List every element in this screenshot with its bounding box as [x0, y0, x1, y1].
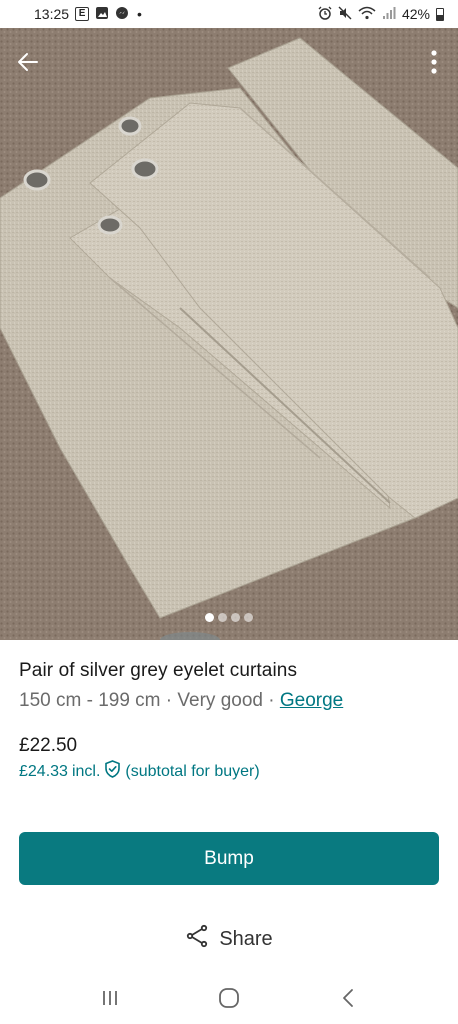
item-brand-link[interactable]: George: [280, 690, 343, 711]
carousel-dot[interactable]: [231, 613, 240, 622]
system-nav-bar: [0, 972, 458, 1024]
back-button[interactable]: [12, 46, 44, 78]
carousel-dot[interactable]: [218, 613, 227, 622]
alarm-icon: [318, 6, 332, 23]
buyer-price-incl: incl.: [71, 762, 101, 780]
bump-button[interactable]: Bump: [19, 832, 439, 885]
meta-separator: ·: [160, 690, 178, 711]
buyer-price: £24.33: [19, 762, 68, 780]
item-meta: 150 cm - 199 cm · Very good · George: [19, 690, 439, 712]
item-title: Pair of silver grey eyelet curtains: [19, 660, 298, 681]
battery-percent: 42%: [401, 6, 430, 22]
item-details: Pair of silver grey eyelet curtains 150 …: [19, 660, 439, 712]
more-vertical-icon: [431, 50, 437, 74]
carousel-dot[interactable]: [244, 613, 253, 622]
home-button[interactable]: [209, 978, 249, 1018]
item-condition: Very good: [177, 690, 263, 711]
mute-icon: [338, 6, 352, 23]
signal-icon: [382, 6, 396, 23]
buyer-price-row[interactable]: £24.33 incl. (subtotal for buyer): [19, 760, 260, 783]
carousel-dot[interactable]: [205, 613, 214, 622]
chevron-left-icon: [343, 989, 354, 1007]
wifi-icon: [358, 6, 376, 23]
messenger-notification-icon: [115, 6, 129, 23]
home-icon: [219, 988, 239, 1008]
meta-separator: ·: [262, 690, 280, 711]
item-price: £22.50: [19, 735, 78, 756]
share-icon: [185, 924, 209, 954]
item-size: 150 cm - 199 cm: [19, 690, 161, 711]
more-options-button[interactable]: [424, 46, 444, 78]
shield-check-icon: [104, 760, 121, 783]
share-button[interactable]: Share: [0, 924, 458, 954]
recent-apps-icon: [102, 991, 117, 1005]
image-notification-icon: [95, 6, 109, 23]
recent-apps-button[interactable]: [90, 978, 130, 1018]
system-back-button[interactable]: [328, 978, 368, 1018]
share-label: Share: [219, 927, 273, 950]
e-notification-icon: E: [75, 7, 90, 21]
carousel-indicator: [0, 613, 458, 622]
battery-icon: [436, 7, 444, 21]
status-bar: 13:25 E • 42%: [0, 0, 458, 28]
arrow-left-icon: [18, 53, 38, 71]
status-time: 13:25: [34, 6, 70, 22]
curtains-photo: [0, 28, 458, 640]
item-photo-carousel[interactable]: [0, 28, 458, 640]
buyer-price-note: (subtotal for buyer): [125, 762, 260, 780]
more-notifications-dot: •: [137, 6, 142, 22]
